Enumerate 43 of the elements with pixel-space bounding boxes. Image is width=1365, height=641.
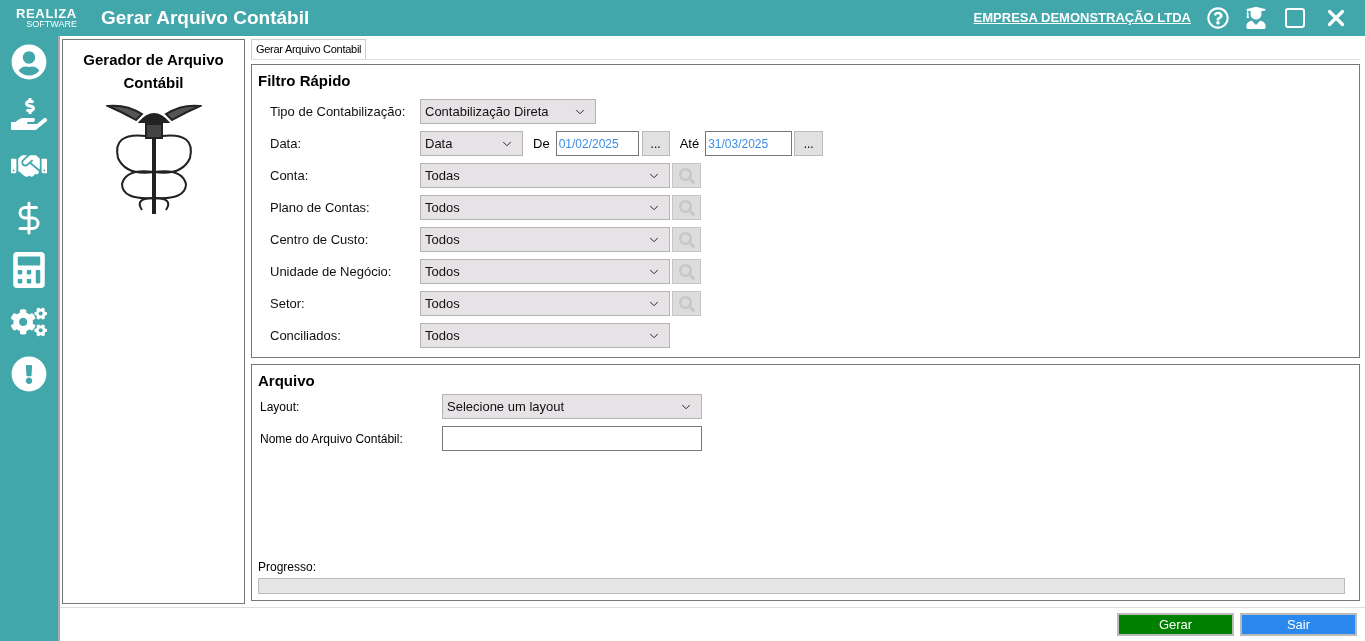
input-field[interactable] — [442, 426, 702, 451]
user-icon[interactable] — [11, 44, 47, 80]
field-label: Unidade de Negócio: — [269, 262, 393, 281]
field-label: Layout: — [259, 398, 301, 416]
dropdown[interactable]: Todos — [420, 291, 670, 316]
exit-button[interactable]: Sair — [1240, 613, 1357, 636]
field-label: Até — [679, 134, 700, 153]
field-label: Nome do Arquivo Contábil: — [259, 430, 404, 448]
window-title: Gerar Arquivo Contábil — [100, 5, 310, 30]
alert-icon[interactable] — [11, 356, 47, 392]
dropdown[interactable]: Todos — [420, 259, 670, 284]
section-title: Filtro Rápido — [258, 71, 352, 91]
generate-button[interactable]: Gerar — [1117, 613, 1234, 636]
date-field[interactable]: 01/02/2025 — [555, 131, 639, 156]
dropdown[interactable]: Data — [420, 131, 523, 156]
help-icon[interactable] — [1207, 7, 1229, 29]
logo-text: REALIZA — [16, 7, 77, 20]
field-label: Conta: — [269, 166, 310, 185]
tab[interactable]: Gerar Arquivo Contabil — [251, 39, 367, 59]
field-label: De — [533, 134, 550, 153]
field-label: Setor: — [269, 294, 306, 313]
calculator-icon[interactable] — [11, 252, 47, 288]
dropdown[interactable]: Todos — [420, 323, 670, 348]
date-field[interactable]: 31/03/2025 — [705, 131, 793, 156]
field-label: Progresso: — [258, 559, 318, 576]
graduate-icon[interactable] — [1245, 7, 1267, 29]
section-title: Arquivo — [258, 370, 316, 391]
maximize-icon[interactable] — [1283, 6, 1307, 30]
picker-button[interactable]: ... — [641, 131, 670, 156]
dropdown[interactable]: Contabilização Direta — [420, 99, 596, 124]
field-label: Plano de Contas: — [269, 198, 371, 217]
layout-dropdown[interactable]: Selecione um layout — [442, 394, 702, 419]
hand-money-icon[interactable] — [11, 96, 47, 132]
field-label: Data: — [269, 134, 303, 153]
field-label: Tipo de Contabilização: — [269, 102, 407, 121]
dropdown[interactable]: Todos — [420, 227, 670, 252]
field-label: Centro de Custo: — [269, 230, 370, 249]
dropdown[interactable]: Todos — [420, 195, 670, 220]
field-label: Conciliados: — [269, 326, 342, 345]
dropdown[interactable]: Todas — [420, 163, 670, 188]
panel-title: Gerador de Arquivo Contábil — [82, 50, 225, 93]
logo-subtext: SOFTWARE — [26, 20, 77, 29]
picker-button[interactable]: ... — [794, 131, 824, 156]
